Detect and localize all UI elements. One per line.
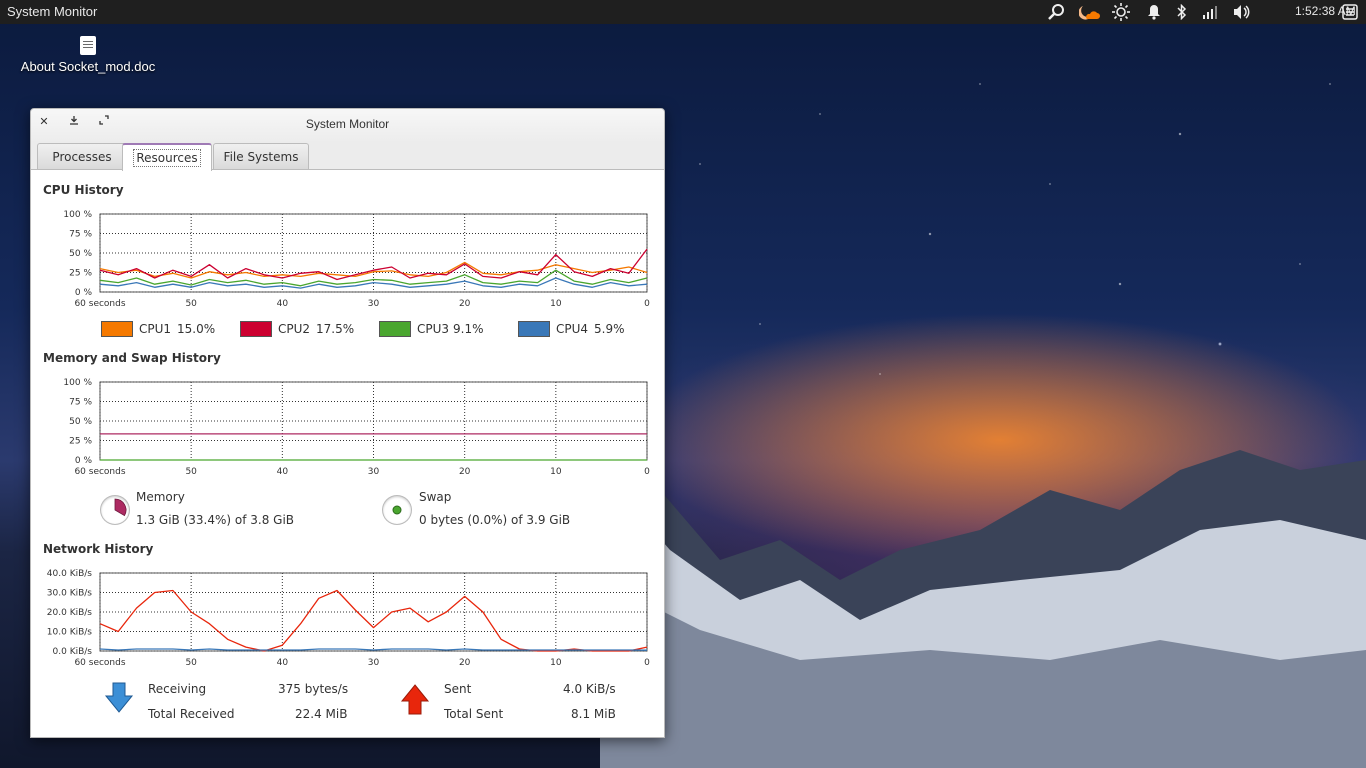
- tab-resources[interactable]: Resources: [122, 143, 212, 171]
- y-tick-label: 75 %: [69, 398, 92, 408]
- cpu-history-graph: 100 % 75 % 50 % 25 % 0 %60 seconds 50 40 30 20 10…: [63, 210, 650, 308]
- swap-value: 0 bytes (0.0%) of 3.9 GiB: [419, 513, 571, 527]
- tab-processes[interactable]: Processes: [37, 143, 127, 169]
- x-tick-label: 0: [644, 658, 650, 668]
- y-tick-label: 50 %: [69, 249, 92, 259]
- x-tick-label: 0: [644, 467, 650, 476]
- swap-pie-icon[interactable]: [383, 496, 411, 524]
- document-icon: [80, 36, 96, 55]
- x-tick-label: 10: [550, 467, 562, 476]
- y-tick-label: 75 %: [69, 230, 92, 240]
- y-tick-label: 0 %: [75, 288, 93, 298]
- y-tick-label: 30.0 KiB/s: [47, 589, 93, 599]
- y-tick-label: 0 %: [75, 456, 93, 466]
- x-tick-label: 40: [277, 658, 289, 668]
- top-panel: System Monitor 1:52:38 AM: [0, 0, 1366, 24]
- tab-file-systems-label: File Systems: [223, 149, 299, 164]
- sent-value: 4.0 KiB/s: [563, 682, 616, 696]
- x-tick-label: 60 seconds: [74, 658, 125, 668]
- cpu3-label: CPU3: [417, 322, 450, 336]
- window-title: System Monitor: [305, 117, 390, 131]
- y-tick-label: 25 %: [69, 437, 92, 447]
- y-tick-label: 10.0 KiB/s: [47, 628, 93, 638]
- memory-history-graph: 100 % 75 % 50 % 25 % 0 %60 seconds 50 40 30 20 10…: [63, 378, 650, 476]
- y-tick-label: 50 %: [69, 417, 92, 427]
- cpu1-color-swatch[interactable]: [101, 321, 133, 337]
- window-titlebar[interactable]: ✕ System Monitor: [31, 109, 664, 143]
- x-tick-label: 50: [185, 467, 197, 476]
- x-tick-label: 20: [459, 467, 471, 476]
- network-signal-icon[interactable]: [1200, 3, 1220, 21]
- memory-pie-icon[interactable]: [101, 496, 129, 524]
- x-tick-label: 40: [277, 299, 289, 308]
- total-sent-value: 8.1 MiB: [571, 707, 616, 721]
- x-tick-label: 20: [459, 299, 471, 308]
- y-tick-label: 40.0 KiB/s: [47, 569, 93, 579]
- tab-resources-label: Resources: [133, 149, 201, 167]
- memory-history-title: Memory and Swap History: [43, 351, 221, 365]
- weather-icon[interactable]: [1078, 3, 1102, 21]
- memory-label: Memory: [136, 490, 185, 504]
- cpu4-color-swatch[interactable]: [518, 321, 550, 337]
- cpu2-label: CPU2: [278, 322, 311, 336]
- x-tick-label: 10: [550, 299, 562, 308]
- receiving-value: 375 bytes/s: [278, 682, 349, 696]
- desktop-file-label: About Socket_mod.doc: [20, 59, 156, 74]
- total-sent-label: Total Sent: [444, 707, 504, 721]
- x-tick-label: 60 seconds: [74, 299, 125, 308]
- sent-arrow-icon[interactable]: [400, 684, 430, 720]
- menu-icon[interactable]: [1340, 3, 1360, 21]
- panel-app-name[interactable]: System Monitor: [7, 4, 97, 19]
- cpu2-value: 17.5%: [316, 322, 355, 336]
- search-icon[interactable]: [1047, 3, 1067, 21]
- cpu2-color-swatch[interactable]: [240, 321, 272, 337]
- y-tick-label: 100 %: [63, 210, 92, 220]
- x-tick-label: 30: [368, 299, 380, 308]
- y-tick-label: 0.0 KiB/s: [53, 647, 93, 657]
- x-tick-label: 50: [185, 299, 197, 308]
- cpu3-value: 9.1%: [453, 322, 484, 336]
- brightness-icon[interactable]: [1111, 3, 1131, 21]
- cpu4-value: 5.9%: [594, 322, 625, 336]
- cpu4-label: CPU4: [556, 322, 589, 336]
- x-tick-label: 30: [368, 467, 380, 476]
- desktop-file-icon[interactable]: About Socket_mod.doc: [20, 36, 156, 74]
- bluetooth-icon[interactable]: [1173, 3, 1191, 21]
- x-tick-label: 30: [368, 658, 380, 668]
- x-tick-label: 0: [644, 299, 650, 308]
- y-tick-label: 20.0 KiB/s: [47, 608, 93, 618]
- memory-value: 1.3 GiB (33.4%) of 3.8 GiB: [136, 513, 295, 527]
- system-monitor-window: ✕ System Monitor Processes Resources Fil…: [30, 108, 665, 738]
- swap-label: Swap: [419, 490, 452, 504]
- network-history-title: Network History: [43, 542, 154, 556]
- total-received-value: 22.4 MiB: [295, 707, 348, 721]
- x-tick-label: 40: [277, 467, 289, 476]
- x-tick-label: 50: [185, 658, 197, 668]
- cpu1-value: 15.0%: [177, 322, 216, 336]
- network-history-graph: 40.0 KiB/s 30.0 KiB/s 20.0 KiB/s 10.0 KiB/s…: [47, 569, 650, 668]
- wallpaper-mountains: [600, 430, 1366, 768]
- y-tick-label: 25 %: [69, 269, 92, 279]
- cpu-history-title: CPU History: [43, 183, 124, 197]
- volume-icon[interactable]: [1231, 3, 1253, 21]
- memory-pie-slice: [114, 498, 127, 517]
- receiving-label: Receiving: [148, 682, 207, 696]
- tab-file-systems[interactable]: File Systems: [213, 143, 309, 169]
- tab-bar: Processes Resources File Systems: [31, 143, 664, 171]
- x-tick-label: 60 seconds: [74, 467, 125, 476]
- y-tick-label: 100 %: [63, 378, 92, 388]
- notification-bell-icon[interactable]: [1144, 3, 1164, 21]
- x-tick-label: 10: [550, 658, 562, 668]
- sent-label: Sent: [444, 682, 472, 696]
- tab-processes-label: Processes: [52, 149, 112, 164]
- cpu3-color-swatch[interactable]: [379, 321, 411, 337]
- receiving-arrow-icon[interactable]: [104, 682, 134, 718]
- x-tick-label: 20: [459, 658, 471, 668]
- total-received-label: Total Received: [148, 707, 235, 721]
- cpu1-label: CPU1: [139, 322, 172, 336]
